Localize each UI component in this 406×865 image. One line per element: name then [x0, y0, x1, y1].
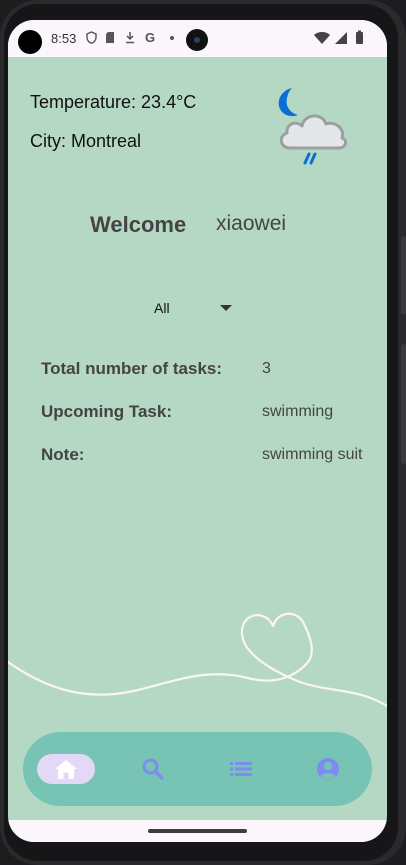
welcome-row: Welcome xiaowei [8, 212, 387, 242]
sd-card-icon [105, 31, 115, 47]
home-gesture-handle[interactable] [148, 829, 247, 833]
side-button-upper [401, 236, 406, 314]
heart-line-decoration [8, 612, 387, 708]
city-text: City: Montreal [30, 131, 142, 151]
side-button-lower [401, 344, 406, 464]
app-screen: 8:53 G Temperature: 23.4°C City: Montrea… [8, 20, 387, 842]
task-filter-dropdown[interactable]: All [148, 296, 244, 322]
phone-frame: 8:53 G Temperature: 23.4°C City: Montrea… [0, 0, 406, 865]
account-icon [317, 758, 339, 780]
list-icon [230, 762, 252, 776]
night-rain-cloud-icon [270, 84, 350, 168]
filter-selected-value: All [154, 300, 170, 316]
status-right-icons [313, 30, 381, 46]
upcoming-task-value: swimming [262, 403, 334, 420]
dropdown-arrow-icon [220, 305, 232, 311]
note-value: swimming suit [262, 446, 363, 463]
nav-account-button[interactable] [299, 754, 357, 784]
note-label: Note: [41, 445, 85, 464]
welcome-label: Welcome [90, 212, 187, 237]
home-icon [55, 760, 77, 779]
username-text: xiaowei [216, 212, 287, 235]
status-time: 8:53 [51, 31, 77, 46]
signal-icon [335, 32, 347, 44]
nav-search-button[interactable] [124, 754, 182, 784]
temperature-text: Temperature: 23.4°C [30, 92, 197, 112]
google-icon: G [145, 30, 156, 45]
front-camera [18, 30, 42, 54]
battery-icon [356, 30, 363, 44]
bottom-nav-bar [23, 732, 372, 806]
search-icon [142, 758, 164, 780]
dot-icon [169, 31, 175, 47]
download-icon [125, 31, 135, 47]
nav-home-button[interactable] [37, 754, 95, 784]
upcoming-task-label: Upcoming Task: [41, 402, 172, 421]
camera-lens [186, 29, 208, 51]
status-bar: 8:53 G [8, 20, 387, 57]
gesture-navigation-area [8, 820, 387, 842]
total-tasks-value: 3 [262, 360, 271, 377]
total-tasks-label: Total number of tasks: [41, 359, 223, 378]
shield-icon [86, 31, 97, 47]
nav-list-button[interactable] [212, 754, 270, 784]
wifi-icon [314, 32, 330, 44]
